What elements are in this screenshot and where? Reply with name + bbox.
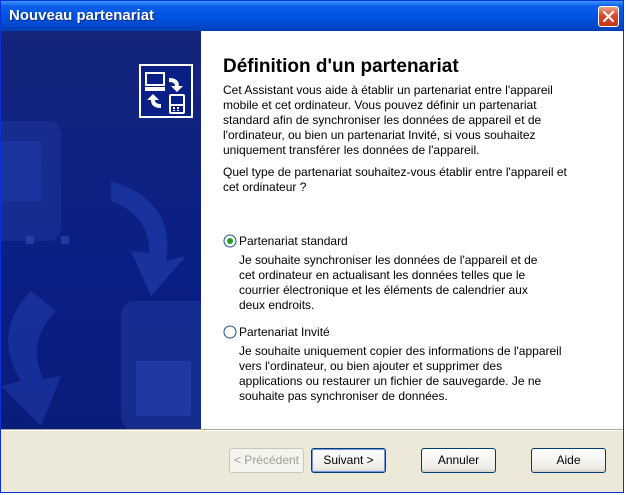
button-bar-divider — [1, 429, 623, 431]
question-text: Quel type de partenariat souhaitez-vous … — [223, 165, 567, 194]
radio-guest-label[interactable]: Partenariat Invité — [239, 325, 330, 339]
wizard-banner — [1, 31, 201, 429]
close-button[interactable] — [598, 6, 619, 27]
wizard-content: Définition d'un partenariat Cet Assistan… — [201, 31, 623, 429]
window-title: Nouveau partenariat — [9, 7, 155, 24]
radio-standard[interactable] — [223, 234, 237, 248]
help-button[interactable]: Aide — [531, 448, 606, 473]
title-bar[interactable]: Nouveau partenariat — [1, 1, 623, 31]
close-icon — [603, 11, 614, 22]
cancel-button[interactable]: Annuler — [421, 448, 496, 473]
radio-standard-label[interactable]: Partenariat standard — [239, 234, 348, 248]
previous-button[interactable]: < Précédent — [229, 448, 304, 473]
standard-description: Je souhaite synchroniser les données de … — [239, 253, 538, 312]
next-button[interactable]: Suivant > — [311, 448, 386, 473]
wizard-window: Nouveau partenariat Définition d'un part… — [0, 0, 624, 493]
guest-description: Je souhaite uniquement copier des inform… — [239, 344, 562, 403]
page-title: Définition d'un partenariat — [223, 56, 459, 77]
radio-guest[interactable] — [223, 325, 237, 339]
sync-devices-icon — [139, 64, 193, 118]
intro-text: Cet Assistant vous aide à établir un par… — [223, 83, 553, 157]
